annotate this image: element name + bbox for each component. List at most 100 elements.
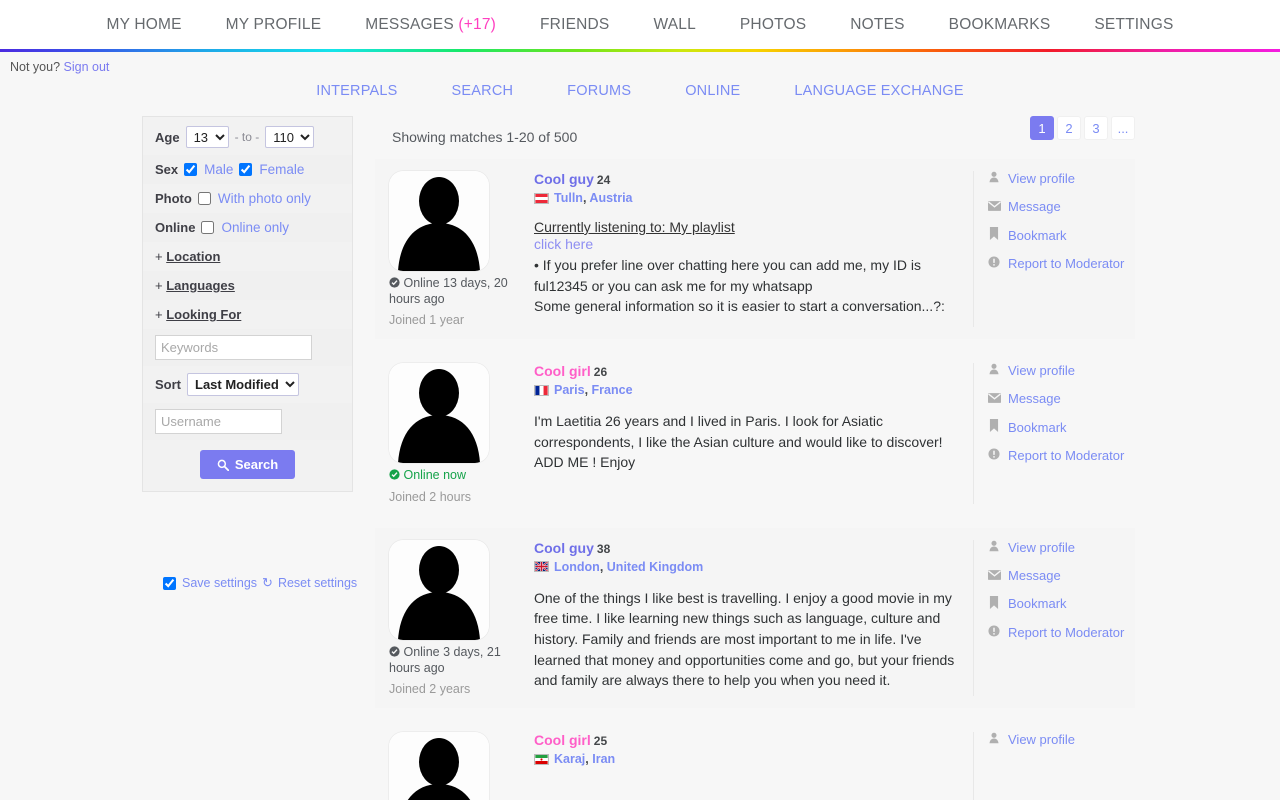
view-profile-action[interactable]: View profile xyxy=(988,540,1135,555)
bookmark-action[interactable]: Bookmark xyxy=(988,419,1135,435)
view-profile-label: View profile xyxy=(1008,363,1075,379)
view-profile-action[interactable]: View profile xyxy=(988,363,1135,378)
nav-item-label: BOOKMARKS xyxy=(948,15,1051,33)
profile-info-column: Cool guy 38 London, United Kingdom One of t… xyxy=(534,540,973,696)
subnav-item-forums[interactable]: FORUMS xyxy=(540,83,658,99)
flag-icon-gb xyxy=(534,561,549,573)
report-action[interactable]: Report to Moderator xyxy=(988,625,1135,640)
secondary-navigation: INTERPALS SEARCH FORUMS ONLINE LANGUAGE EXCH… xyxy=(0,83,1280,99)
online-only-label[interactable]: Online only xyxy=(221,220,289,235)
profile-username-link[interactable]: Cool girl xyxy=(534,732,591,748)
report-icon xyxy=(988,448,1000,460)
page-link-3[interactable]: 3 xyxy=(1084,116,1108,140)
location-expander-label[interactable]: Location xyxy=(166,249,220,264)
report-icon xyxy=(988,256,1000,268)
location-city-link[interactable]: Tulln xyxy=(554,191,583,205)
subnav-item-interpals[interactable]: INTERPALS xyxy=(289,83,424,99)
nav-item-bookmarks[interactable]: BOOKMARKS xyxy=(927,16,1073,34)
joined-date: Joined 2 hours xyxy=(389,489,472,504)
location-country-link[interactable]: United Kingdom xyxy=(607,560,704,574)
now-playing-title: Currently listening to: My playlist xyxy=(534,219,735,235)
nav-item-label: WALL xyxy=(653,15,696,33)
avatar[interactable] xyxy=(389,171,489,271)
report-label: Report to Moderator xyxy=(1008,256,1125,271)
avatar[interactable] xyxy=(389,539,489,640)
languages-expander-label[interactable]: Languages xyxy=(166,278,235,293)
location-city-link[interactable]: London xyxy=(554,560,600,574)
view-profile-action[interactable]: View profile xyxy=(988,732,1135,747)
report-action[interactable]: Report to Moderator xyxy=(988,256,1135,271)
lookingfor-expander-label[interactable]: Looking For xyxy=(166,307,241,322)
nav-item-my-profile[interactable]: MY PROFILE xyxy=(204,16,344,34)
search-button-row: Search xyxy=(143,440,352,485)
languages-plus-icon: + xyxy=(155,278,163,293)
reset-settings-link[interactable]: Reset settings xyxy=(278,576,357,590)
keywords-input[interactable] xyxy=(155,335,312,360)
status-check-icon xyxy=(389,277,400,288)
sidebar-column: Age 131821253040 - to - 11090604030 Sex … xyxy=(0,116,375,492)
result-card: Online 13 days, 20 hours ago Joined 1 yea… xyxy=(375,159,1135,340)
nav-item-friends[interactable]: FRIENDS xyxy=(518,16,631,34)
location-country-link[interactable]: Austria xyxy=(589,191,632,205)
card-actions-column: View profile Message Bookmark Report to Mod… xyxy=(973,539,1135,697)
nav-item-settings[interactable]: SETTINGS xyxy=(1072,16,1195,34)
primary-navigation: MY HOME MY PROFILE MESSAGES (+17) FRIENDS WA… xyxy=(0,0,1280,49)
sex-female-checkbox[interactable] xyxy=(239,163,253,176)
age-to-select[interactable]: 11090604030 xyxy=(265,126,315,148)
nav-item-messages[interactable]: MESSAGES (+17) xyxy=(343,16,518,34)
avatar[interactable] xyxy=(389,363,489,464)
nav-item-notes[interactable]: NOTES xyxy=(828,16,926,34)
view-profile-action[interactable]: View profile xyxy=(988,171,1135,186)
sex-male-label[interactable]: Male xyxy=(204,162,233,177)
subnav-item-online[interactable]: ONLINE xyxy=(658,83,767,99)
filter-location-expander[interactable]: + Location xyxy=(143,242,352,271)
filter-sex-row: Sex Male Female xyxy=(143,155,352,184)
filter-languages-expander[interactable]: + Languages xyxy=(143,271,352,300)
refresh-icon: ↻ xyxy=(262,575,273,590)
location-country-link[interactable]: Iran xyxy=(592,752,615,766)
username-input[interactable] xyxy=(155,409,282,434)
subnav-item-search[interactable]: SEARCH xyxy=(425,83,541,99)
sex-male-checkbox[interactable] xyxy=(184,163,198,176)
avatar-column: Online 3 days, 21 hours ago Joined 2 year… xyxy=(389,539,534,696)
sign-out-link[interactable]: Sign out xyxy=(64,60,110,74)
location-city-link[interactable]: Paris xyxy=(554,383,585,397)
profile-username-link[interactable]: Cool guy xyxy=(534,540,594,556)
filter-lookingfor-expander[interactable]: + Looking For xyxy=(143,300,352,329)
filter-photo-row: Photo With photo only xyxy=(143,184,352,213)
subnav-item-language-exchange[interactable]: LANGUAGE EXCHANGE xyxy=(767,83,990,99)
profile-username-link[interactable]: Cool girl xyxy=(534,363,591,379)
photo-only-label[interactable]: With photo only xyxy=(218,191,311,206)
sort-select[interactable]: Last ModifiedNewestDistanceAge xyxy=(187,373,299,396)
location-city-link[interactable]: Karaj xyxy=(554,752,585,766)
page-link-more[interactable]: ... xyxy=(1111,116,1135,140)
message-action[interactable]: Message xyxy=(988,199,1135,214)
online-status: Online now xyxy=(389,468,511,484)
bookmark-action[interactable]: Bookmark xyxy=(988,595,1135,612)
avatar-column: Online now Joined 2 hours xyxy=(389,363,534,504)
nav-item-wall[interactable]: WALL xyxy=(631,16,717,34)
report-action[interactable]: Report to Moderator xyxy=(988,448,1135,463)
sex-female-label[interactable]: Female xyxy=(259,162,304,177)
search-button[interactable]: Search xyxy=(199,450,296,479)
message-action[interactable]: Message xyxy=(988,391,1135,406)
now-playing-link[interactable]: click here xyxy=(534,236,957,252)
nav-item-photos[interactable]: PHOTOS xyxy=(718,16,828,34)
status-check-icon xyxy=(389,469,400,480)
save-settings-checkbox[interactable] xyxy=(163,576,176,590)
save-settings-link[interactable]: Save settings xyxy=(182,576,257,590)
card-actions-column: View profile Message Bookmark Report to Mod… xyxy=(973,363,1135,504)
online-only-checkbox[interactable] xyxy=(201,221,215,234)
page-link-2[interactable]: 2 xyxy=(1057,116,1081,140)
nav-item-label: MESSAGES xyxy=(365,15,454,33)
avatar[interactable] xyxy=(389,732,489,800)
bookmark-action[interactable]: Bookmark xyxy=(988,227,1135,243)
age-from-select[interactable]: 131821253040 xyxy=(185,126,229,148)
message-action[interactable]: Message xyxy=(988,568,1135,583)
profile-info-column: Cool guy 24 Tulln, Austria Currently listen… xyxy=(534,171,973,327)
page-link-1[interactable]: 1 xyxy=(1030,116,1054,140)
nav-item-my-home[interactable]: MY HOME xyxy=(84,16,203,34)
profile-username-link[interactable]: Cool guy xyxy=(534,171,594,187)
location-country-link[interactable]: France xyxy=(592,383,633,397)
photo-only-checkbox[interactable] xyxy=(197,192,211,205)
